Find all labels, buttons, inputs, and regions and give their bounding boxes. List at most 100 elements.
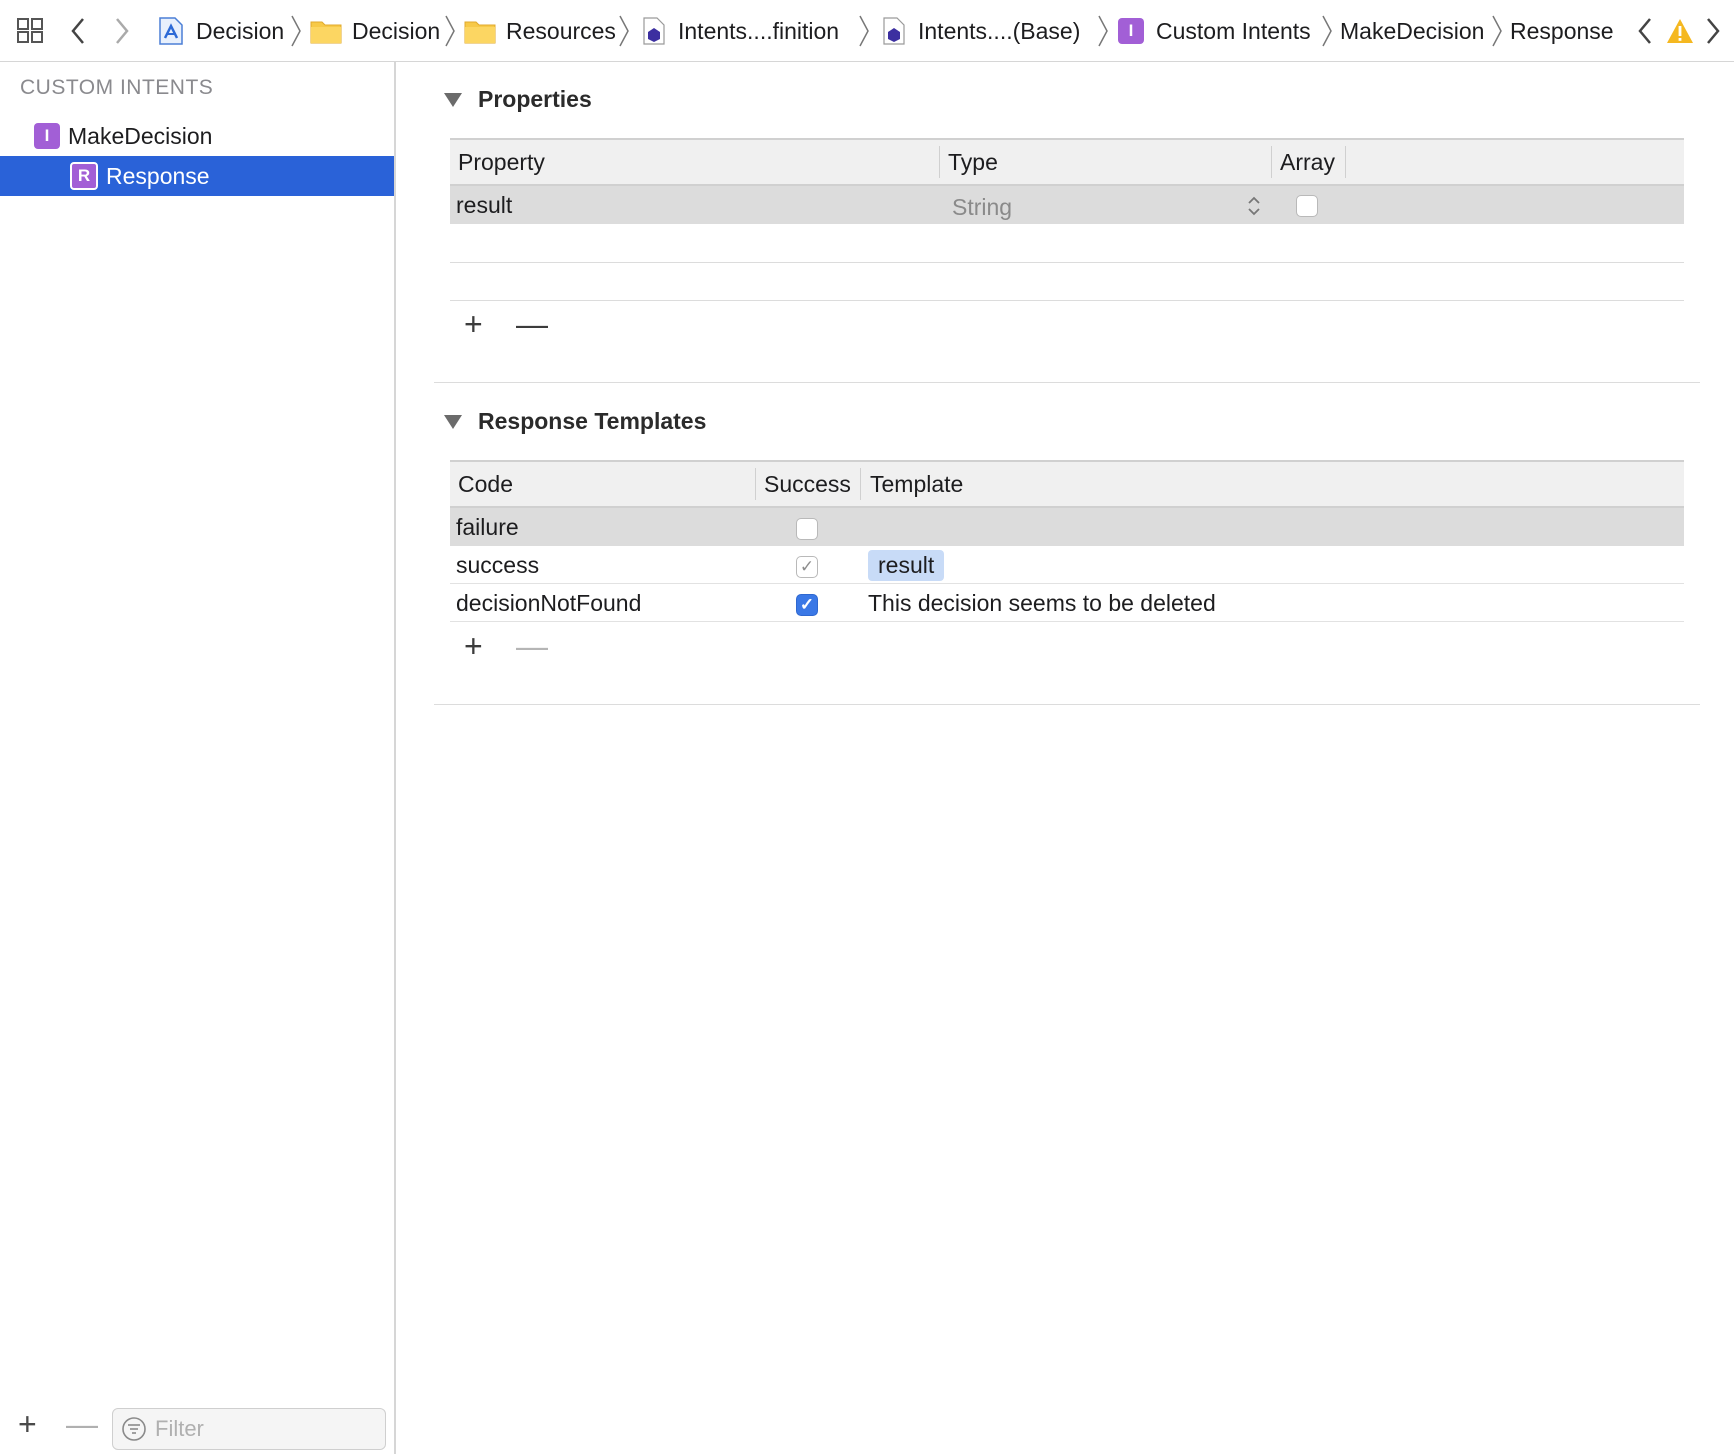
column-header-type[interactable]: Type <box>948 140 998 184</box>
popup-chevron-icon <box>1248 196 1260 216</box>
next-issue-icon[interactable] <box>1704 0 1722 62</box>
breadcrumb-custom-intents[interactable]: I Custom Intents <box>1118 0 1311 62</box>
sidebar-item-label: Response <box>106 162 210 189</box>
add-response-button[interactable]: + <box>464 630 483 662</box>
response-templates-table: Code Success Template failure success ✓ … <box>450 460 1684 624</box>
sidebar-item-label: MakeDecision <box>68 122 213 149</box>
column-header-property[interactable]: Property <box>458 140 545 184</box>
response-templates-section-header[interactable]: Response Templates <box>444 408 706 435</box>
array-checkbox-cell[interactable] <box>1296 187 1318 225</box>
section-divider <box>434 382 1700 383</box>
table-row[interactable]: success ✓ result <box>450 546 1684 584</box>
remove-property-button[interactable]: — <box>516 308 548 340</box>
array-checkbox[interactable] <box>1296 195 1318 217</box>
add-intent-button[interactable]: + <box>18 1408 37 1440</box>
warning-icon[interactable] <box>1666 0 1694 62</box>
code-cell[interactable]: success <box>456 546 539 584</box>
remove-response-button[interactable]: — <box>516 630 548 662</box>
disclosure-triangle-icon[interactable] <box>444 92 462 107</box>
back-arrow-icon[interactable] <box>68 0 88 62</box>
folder-icon <box>464 21 496 44</box>
breadcrumb-label: Decision <box>352 17 441 44</box>
intent-definition-file-icon <box>643 17 665 45</box>
breadcrumb-label: Intents....(Base) <box>918 17 1081 44</box>
breadcrumb-separator-icon <box>1492 15 1502 47</box>
properties-table: Property Type Array result String <box>450 138 1684 301</box>
breadcrumb-response[interactable]: Response <box>1510 0 1614 62</box>
breadcrumb-separator-icon <box>1098 15 1108 47</box>
intents-sidebar: CUSTOM INTENTS I MakeDecision R Response… <box>0 62 396 1454</box>
sidebar-item-response[interactable]: R Response <box>0 156 394 196</box>
xcode-project-icon <box>159 17 183 45</box>
column-divider <box>1271 146 1272 178</box>
breadcrumb-separator-icon <box>1322 15 1332 47</box>
table-row[interactable]: result String <box>450 186 1684 224</box>
breadcrumb-makedecision[interactable]: MakeDecision <box>1340 0 1484 62</box>
row-divider <box>450 262 1684 263</box>
success-checkbox[interactable]: ✓ <box>796 594 818 616</box>
property-type-popup[interactable]: String <box>952 188 1012 226</box>
filter-field[interactable] <box>112 1408 386 1450</box>
jump-bar: Decision Decision Resources Intents....f… <box>0 0 1734 62</box>
column-divider <box>939 146 940 178</box>
add-property-button[interactable]: + <box>464 308 483 340</box>
success-checkbox-cell[interactable] <box>796 510 818 548</box>
table-row[interactable]: decisionNotFound ✓ This decision seems t… <box>450 584 1684 622</box>
column-divider <box>1345 146 1346 178</box>
success-checkbox-cell[interactable]: ✓ <box>796 548 818 586</box>
disclosure-triangle-icon[interactable] <box>444 414 462 429</box>
folder-icon <box>310 21 342 44</box>
previous-issue-icon[interactable] <box>1636 0 1654 62</box>
breadcrumb-separator-icon <box>619 15 629 47</box>
column-divider <box>860 468 861 500</box>
sidebar-item-makedecision[interactable]: I MakeDecision <box>0 116 394 156</box>
breadcrumb-project[interactable]: Decision <box>158 0 284 62</box>
intent-badge-icon: I <box>1118 18 1144 44</box>
property-type-value: String <box>952 193 1013 220</box>
property-name-cell[interactable]: result <box>456 186 512 224</box>
related-items-icon[interactable] <box>16 0 46 62</box>
remove-intent-button[interactable]: — <box>66 1408 98 1440</box>
success-checkbox-cell[interactable]: ✓ <box>796 586 818 624</box>
column-header-array[interactable]: Array <box>1280 140 1335 184</box>
success-checkbox[interactable]: ✓ <box>796 556 818 578</box>
column-divider <box>755 468 756 500</box>
column-header-code[interactable]: Code <box>458 462 513 506</box>
column-header-success[interactable]: Success <box>764 462 851 506</box>
forward-arrow-icon[interactable] <box>112 0 132 62</box>
code-cell[interactable]: failure <box>456 508 519 546</box>
sidebar-footer: + — <box>0 1396 394 1454</box>
breadcrumb-folder-resources[interactable]: Resources <box>464 0 616 62</box>
success-checkbox[interactable] <box>796 518 818 540</box>
breadcrumb-label: Custom Intents <box>1156 17 1311 44</box>
response-badge-icon: R <box>70 162 98 190</box>
template-parameter-token[interactable]: result <box>868 549 945 581</box>
code-cell[interactable]: decisionNotFound <box>456 584 641 622</box>
breadcrumb-label: Decision <box>196 17 285 44</box>
table-header: Property Type Array <box>450 138 1684 186</box>
section-title: Response Templates <box>478 408 707 434</box>
intent-badge-icon: I <box>34 123 60 149</box>
section-title: Properties <box>478 86 592 112</box>
section-divider <box>434 704 1700 705</box>
template-cell[interactable]: This decision seems to be deleted <box>868 584 1216 622</box>
properties-section-header[interactable]: Properties <box>444 86 592 113</box>
table-header: Code Success Template <box>450 460 1684 508</box>
filter-icon <box>122 1417 146 1441</box>
breadcrumb-folder-decision[interactable]: Decision <box>310 0 440 62</box>
breadcrumb-separator-icon <box>445 15 455 47</box>
breadcrumb-intents-definition[interactable]: Intents....finition <box>642 0 839 62</box>
breadcrumb-label: Response <box>1510 17 1614 44</box>
intent-definition-file-icon <box>883 17 905 45</box>
breadcrumb-separator-icon <box>291 15 301 47</box>
filter-input[interactable] <box>155 1416 355 1442</box>
column-header-template[interactable]: Template <box>870 462 963 506</box>
sidebar-header: CUSTOM INTENTS <box>20 76 214 99</box>
table-row[interactable]: failure <box>450 508 1684 546</box>
breadcrumb-label: Resources <box>506 17 616 44</box>
breadcrumb-intents-base[interactable]: Intents....(Base) <box>882 0 1080 62</box>
template-cell[interactable]: result <box>868 546 945 584</box>
breadcrumb-separator-icon <box>859 15 869 47</box>
breadcrumb-label: Intents....finition <box>678 17 840 44</box>
row-divider <box>450 300 1684 301</box>
